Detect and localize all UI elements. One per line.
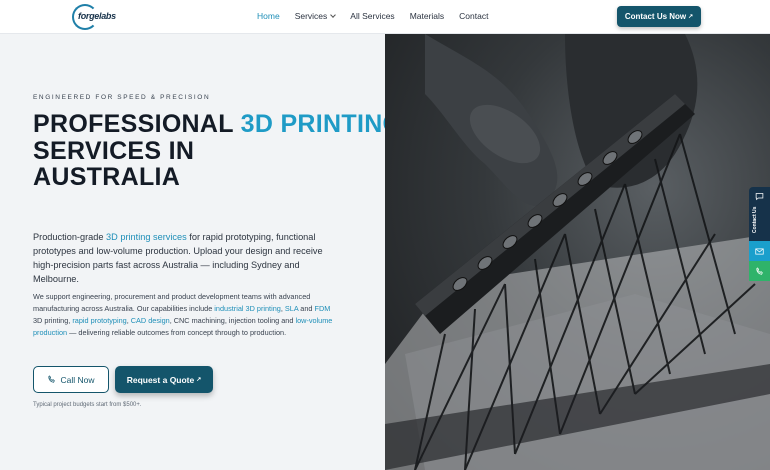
mail-icon bbox=[755, 248, 764, 254]
nav-item-services[interactable]: Services bbox=[294, 11, 337, 21]
mail-side-tab[interactable] bbox=[749, 241, 770, 261]
top-navbar: forgelabs Home Services All Services Mat… bbox=[0, 0, 770, 34]
phone-icon bbox=[756, 266, 763, 275]
body-sep-2: and bbox=[298, 304, 315, 313]
chat-icon bbox=[755, 193, 764, 201]
body-text-2: 3D printing, bbox=[33, 316, 73, 325]
hero-body: We support engineering, procurement and … bbox=[33, 291, 338, 339]
hero-eyebrow: ENGINEERED FOR SPEED & PRECISION bbox=[33, 94, 211, 101]
hero-headline: PROFESSIONAL 3D PRINTING SERVICES IN AUS… bbox=[33, 111, 402, 191]
side-contact-tabs: Contact Us bbox=[749, 187, 770, 281]
headline-part2: SERVICES IN AUSTRALIA bbox=[33, 136, 195, 191]
headline-accent: 3D PRINTING bbox=[240, 110, 403, 138]
contact-us-button[interactable]: Contact Us Now ↗ bbox=[617, 6, 701, 27]
arrow-up-right-icon: ↗ bbox=[688, 14, 694, 20]
link-fdm[interactable]: FDM bbox=[315, 304, 331, 313]
main-menu: Home Services All Services Materials Con… bbox=[257, 11, 503, 21]
nav-item-home[interactable]: Home bbox=[257, 11, 280, 21]
contact-us-side-tab[interactable]: Contact Us bbox=[749, 187, 770, 241]
printed-part-illustration bbox=[385, 34, 770, 470]
link-rapid-prototyping[interactable]: rapid prototyping bbox=[72, 316, 126, 325]
contact-us-side-label: Contact Us bbox=[752, 206, 758, 233]
logo[interactable]: forgelabs bbox=[72, 4, 116, 30]
nav-item-all-services[interactable]: All Services bbox=[350, 11, 394, 21]
nav-item-contact[interactable]: Contact bbox=[459, 11, 488, 21]
nav-item-services-label: Services bbox=[294, 11, 328, 21]
hero-lead: Production-grade 3D printing services fo… bbox=[33, 230, 333, 286]
nav-item-materials[interactable]: Materials bbox=[410, 11, 444, 21]
headline-part1: PROFESSIONAL bbox=[33, 110, 241, 138]
body-text-3: , CNC machining, injection tooling and bbox=[169, 316, 296, 325]
hero-image-3d-print bbox=[385, 34, 770, 470]
link-sla[interactable]: SLA bbox=[285, 304, 298, 313]
link-cad-design[interactable]: CAD design bbox=[131, 316, 170, 325]
lead-prefix: Production-grade bbox=[33, 232, 107, 242]
call-now-label: Call Now bbox=[60, 374, 95, 385]
body-text-4: — delivering reliable outcomes from conc… bbox=[67, 328, 287, 337]
phone-side-tab[interactable] bbox=[749, 261, 770, 281]
call-now-button[interactable]: Call Now bbox=[33, 366, 109, 393]
request-quote-label: Request a Quote bbox=[126, 374, 195, 385]
link-industrial-3d-printing[interactable]: industrial 3D printing bbox=[214, 304, 281, 313]
request-quote-button[interactable]: Request a Quote ↗ bbox=[115, 366, 213, 393]
chevron-down-icon bbox=[330, 12, 337, 18]
contact-us-label: Contact Us Now bbox=[624, 12, 687, 21]
budget-note: Typical project budgets start from $500+… bbox=[33, 402, 142, 408]
phone-icon bbox=[48, 375, 56, 383]
logo-text: forgelabs bbox=[78, 11, 116, 21]
link-3d-printing-services[interactable]: 3D printing services bbox=[106, 232, 187, 242]
arrow-up-right-icon: ↗ bbox=[196, 377, 202, 383]
